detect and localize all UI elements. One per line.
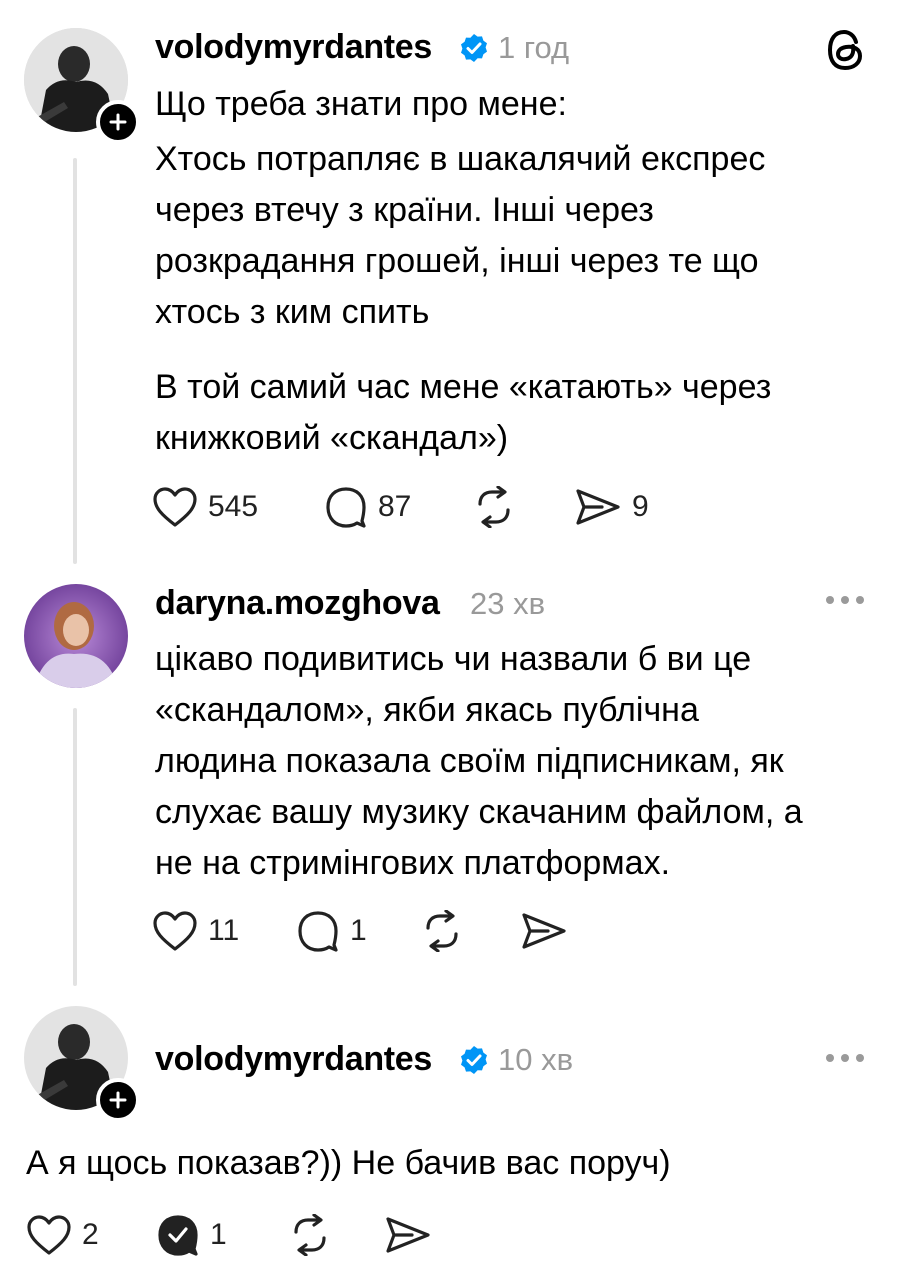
comment-button[interactable]: 1 <box>156 1214 227 1256</box>
thread-line <box>73 158 77 564</box>
post-time: 1 год <box>498 30 570 65</box>
post-text-line: Хтось потрапляє в шакалячий експрес <box>155 140 766 178</box>
post-text-line: «скандалом», якби якась публічна <box>155 691 699 729</box>
post-text-line: Що треба знати про мене: <box>155 85 567 123</box>
post-time: 23 хв <box>470 586 546 621</box>
verified-badge-icon <box>461 34 487 62</box>
heart-icon <box>153 487 197 527</box>
threads-logo-icon[interactable] <box>826 28 866 72</box>
post-text-line: слухає вашу музику скачаним файлом, а <box>155 793 803 831</box>
like-count: 2 <box>82 1218 99 1251</box>
repost-icon <box>478 486 510 528</box>
plus-icon <box>109 113 127 131</box>
comment-button[interactable]: 87 <box>324 486 411 528</box>
post-text-line: через втечу з країни. Інші через <box>155 191 654 229</box>
repost-icon <box>426 910 458 952</box>
post-text-line: хтось з ким спить <box>155 293 430 331</box>
verified-badge-icon <box>461 1046 487 1074</box>
post-time: 10 хв <box>498 1042 574 1077</box>
repost-button[interactable] <box>286 1214 334 1256</box>
like-count: 11 <box>208 914 240 947</box>
comment-count: 1 <box>350 914 367 947</box>
share-count: 9 <box>632 490 649 523</box>
heart-icon <box>153 911 197 951</box>
avatar-daryna-mozghova[interactable] <box>24 584 128 688</box>
share-icon <box>522 913 566 949</box>
repost-icon <box>294 1214 326 1256</box>
post-text-line: розкрадання грошей, інші через те що <box>155 242 759 280</box>
comment-icon <box>326 487 366 528</box>
like-button[interactable]: 545 <box>152 486 258 528</box>
comment-count: 87 <box>378 490 412 523</box>
plus-icon <box>109 1091 127 1109</box>
comment-count: 1 <box>210 1218 227 1251</box>
share-button[interactable] <box>384 1214 432 1256</box>
post-username[interactable]: volodymyrdantes <box>155 28 432 67</box>
more-icon[interactable] <box>826 1054 864 1062</box>
post-text-line: цікаво подивитись чи назвали б ви це <box>155 640 752 678</box>
share-button[interactable]: 9 <box>574 486 649 528</box>
comment-icon <box>298 911 338 952</box>
post-username[interactable]: daryna.mozghova <box>155 584 440 623</box>
like-button[interactable]: 11 <box>152 910 239 952</box>
more-icon[interactable] <box>826 596 864 604</box>
post-text-line: людина показала своїм підписникам, як <box>155 742 784 780</box>
share-button[interactable] <box>520 910 568 952</box>
post-text-line: не на стримінгових платформах. <box>155 844 671 882</box>
comment-button[interactable]: 1 <box>296 910 367 952</box>
post-text-line: В той самий час мене «катають» через <box>155 368 772 406</box>
post-text: А я щось показав?)) Не бачив вас поруч) <box>26 1144 671 1182</box>
thread-line <box>73 708 77 986</box>
post-text-line: книжковий «скандал») <box>155 419 509 457</box>
post-username[interactable]: volodymyrdantes <box>155 1040 432 1079</box>
follow-button[interactable] <box>96 1078 140 1122</box>
follow-button[interactable] <box>96 100 140 144</box>
like-count: 545 <box>208 490 259 523</box>
like-button[interactable]: 2 <box>26 1214 99 1256</box>
comment-icon <box>158 1215 198 1256</box>
repost-button[interactable] <box>418 910 466 952</box>
share-icon <box>576 489 620 525</box>
repost-button[interactable] <box>470 486 518 528</box>
avatar-photo <box>24 584 128 688</box>
share-icon <box>386 1217 430 1253</box>
heart-icon <box>27 1215 71 1255</box>
